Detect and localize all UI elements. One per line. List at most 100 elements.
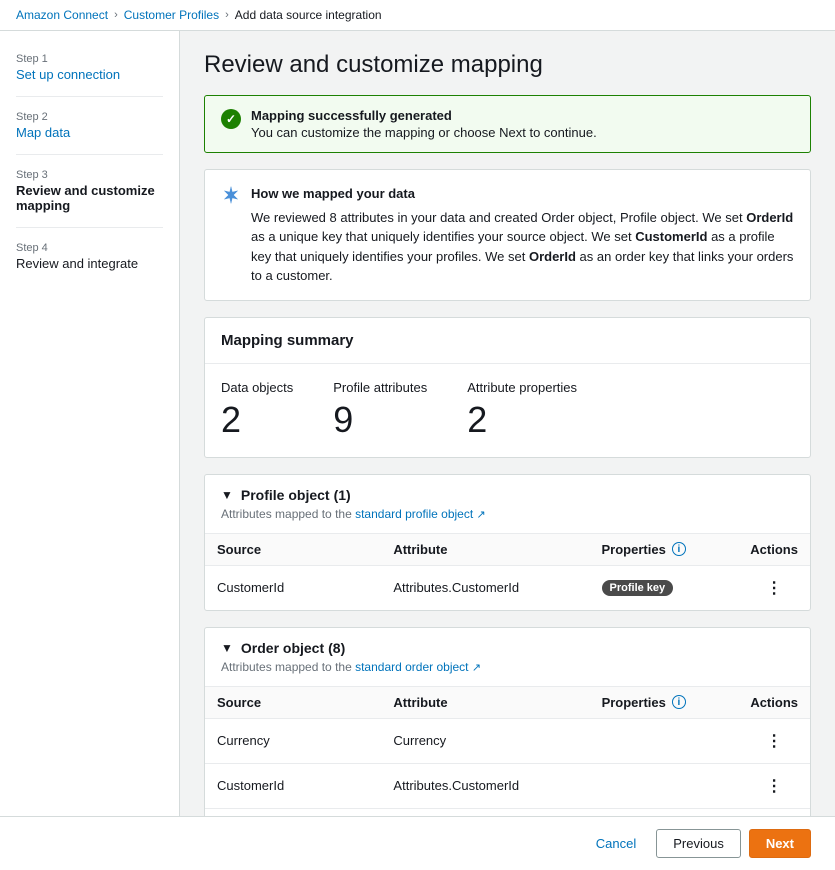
profile-object-table: Source Attribute Properties i Actions <box>205 534 810 610</box>
sidebar-step-3: Step 3 Review and customize mapping <box>0 163 179 219</box>
sidebar-divider-2 <box>16 154 163 155</box>
summary-profile-attributes-label: Profile attributes <box>333 380 427 395</box>
table-row: CurrencyCurrency ⋮ <box>205 718 810 763</box>
breadcrumb-current: Add data source integration <box>235 8 382 22</box>
order-row-actions-0[interactable]: ⋮ <box>738 718 810 763</box>
order-object-count: (8) <box>328 640 345 656</box>
info-spark-icon <box>221 185 241 205</box>
profile-object-header: ▼ Profile object (1) Attributes mapped t… <box>205 475 810 534</box>
order-actions-menu-1[interactable]: ⋮ <box>762 774 786 798</box>
order-row-attribute-1: Attributes.CustomerId <box>381 763 589 808</box>
profile-row-properties: Profile key <box>590 565 739 610</box>
alert-body: You can customize the mapping or choose … <box>251 125 597 140</box>
profile-standard-link[interactable]: standard profile object <box>355 507 473 521</box>
sidebar-step-4-label: Step 4 <box>16 242 163 254</box>
external-link-icon-1: ↗ <box>477 509 486 521</box>
summary-data-objects-value: 2 <box>221 399 293 441</box>
info-box-title: How we mapped your data <box>251 184 794 204</box>
page-title: Review and customize mapping <box>204 51 811 79</box>
profile-chevron-icon: ▼ <box>221 488 233 502</box>
sidebar-step-4: Step 4 Review and integrate <box>0 236 179 277</box>
profile-th-attribute: Attribute <box>381 534 589 566</box>
alert-title: Mapping successfully generated <box>251 108 597 123</box>
order-standard-link[interactable]: standard order object <box>355 660 468 674</box>
summary-data-objects: Data objects 2 <box>221 380 293 441</box>
profile-row-source: CustomerId <box>205 565 381 610</box>
mapping-summary-card: Mapping summary Data objects 2 Profile a… <box>204 317 811 458</box>
sidebar-step-3-label: Step 3 <box>16 169 163 181</box>
breadcrumb-sep2: › <box>225 9 229 21</box>
info-box: How we mapped your data We reviewed 8 at… <box>204 169 811 301</box>
order-object-title-text: Order object <box>241 640 324 656</box>
info-text: How we mapped your data We reviewed 8 at… <box>251 184 794 286</box>
info-box-body: We reviewed 8 attributes in your data an… <box>251 208 794 286</box>
sidebar: Step 1 Set up connection Step 2 Map data… <box>0 31 180 870</box>
order-th-attribute: Attribute <box>381 687 589 719</box>
sidebar-step-1-link[interactable]: Set up connection <box>16 67 163 82</box>
order-object-header: ▼ Order object (8) Attributes mapped to … <box>205 628 810 687</box>
profile-subtitle-text: Attributes mapped to the <box>221 507 352 521</box>
mapping-summary-header: Mapping summary <box>205 318 810 364</box>
sidebar-step-1-label: Step 1 <box>16 53 163 65</box>
profile-object-section: ▼ Profile object (1) Attributes mapped t… <box>204 474 811 611</box>
sidebar-divider-1 <box>16 96 163 97</box>
cancel-button[interactable]: Cancel <box>584 830 648 857</box>
order-row-attribute-0: Currency <box>381 718 589 763</box>
summary-attribute-properties: Attribute properties 2 <box>467 380 577 441</box>
breadcrumb: Amazon Connect › Customer Profiles › Add… <box>0 0 835 31</box>
order-th-properties: Properties i <box>590 687 739 719</box>
success-alert: Mapping successfully generated You can c… <box>204 95 811 153</box>
sidebar-step-4-text: Review and integrate <box>16 256 138 271</box>
sidebar-step-2-link[interactable]: Map data <box>16 125 163 140</box>
profile-th-properties: Properties i <box>590 534 739 566</box>
order-th-actions: Actions <box>738 687 810 719</box>
order-row-source-0: Currency <box>205 718 381 763</box>
profile-key-badge: Profile key <box>602 580 674 596</box>
summary-data-objects-label: Data objects <box>221 380 293 395</box>
profile-row-attribute: Attributes.CustomerId <box>381 565 589 610</box>
main-content: Review and customize mapping Mapping suc… <box>180 31 835 870</box>
sidebar-step-2: Step 2 Map data <box>0 105 179 146</box>
order-subtitle-text: Attributes mapped to the <box>221 660 352 674</box>
next-button[interactable]: Next <box>749 829 811 858</box>
order-row-properties-0 <box>590 718 739 763</box>
sidebar-divider-3 <box>16 227 163 228</box>
profile-object-subtitle: Attributes mapped to the standard profil… <box>221 507 794 521</box>
summary-attribute-properties-value: 2 <box>467 399 577 441</box>
profile-th-source: Source <box>205 534 381 566</box>
external-link-icon-2: ↗ <box>472 662 481 674</box>
sidebar-step-1: Step 1 Set up connection <box>0 47 179 88</box>
order-row-actions-1[interactable]: ⋮ <box>738 763 810 808</box>
order-actions-menu-0[interactable]: ⋮ <box>762 729 786 753</box>
previous-button[interactable]: Previous <box>656 829 741 858</box>
breadcrumb-home-link[interactable]: Amazon Connect <box>16 8 108 22</box>
profile-table-header-row: Source Attribute Properties i Actions <box>205 534 810 566</box>
order-object-subtitle: Attributes mapped to the standard order … <box>221 660 794 674</box>
breadcrumb-section-link[interactable]: Customer Profiles <box>124 8 219 22</box>
alert-content: Mapping successfully generated You can c… <box>251 108 597 140</box>
order-row-properties-1 <box>590 763 739 808</box>
summary-attribute-properties-label: Attribute properties <box>467 380 577 395</box>
sidebar-step-3-active: Review and customize mapping <box>16 183 155 213</box>
breadcrumb-sep1: › <box>114 9 118 21</box>
mapping-summary-body: Data objects 2 Profile attributes 9 Attr… <box>205 364 810 457</box>
success-icon <box>221 109 241 129</box>
summary-profile-attributes-value: 9 <box>333 399 427 441</box>
table-row: CustomerIdAttributes.CustomerId ⋮ <box>205 763 810 808</box>
profile-object-title-text: Profile object <box>241 487 330 503</box>
profile-properties-info-icon[interactable]: i <box>672 542 686 556</box>
order-object-title: ▼ Order object (8) <box>221 640 794 656</box>
profile-object-count: (1) <box>334 487 351 503</box>
profile-row-actions-menu[interactable]: ⋮ <box>762 576 786 600</box>
order-chevron-icon: ▼ <box>221 641 233 655</box>
profile-th-actions: Actions <box>738 534 810 566</box>
order-row-source-1: CustomerId <box>205 763 381 808</box>
profile-row-actions[interactable]: ⋮ <box>738 565 810 610</box>
order-th-source: Source <box>205 687 381 719</box>
order-table-header-row: Source Attribute Properties i Actions <box>205 687 810 719</box>
sidebar-step-2-label: Step 2 <box>16 111 163 123</box>
profile-object-title: ▼ Profile object (1) <box>221 487 794 503</box>
table-row: CustomerId Attributes.CustomerId Profile… <box>205 565 810 610</box>
order-properties-info-icon[interactable]: i <box>672 695 686 709</box>
summary-profile-attributes: Profile attributes 9 <box>333 380 427 441</box>
